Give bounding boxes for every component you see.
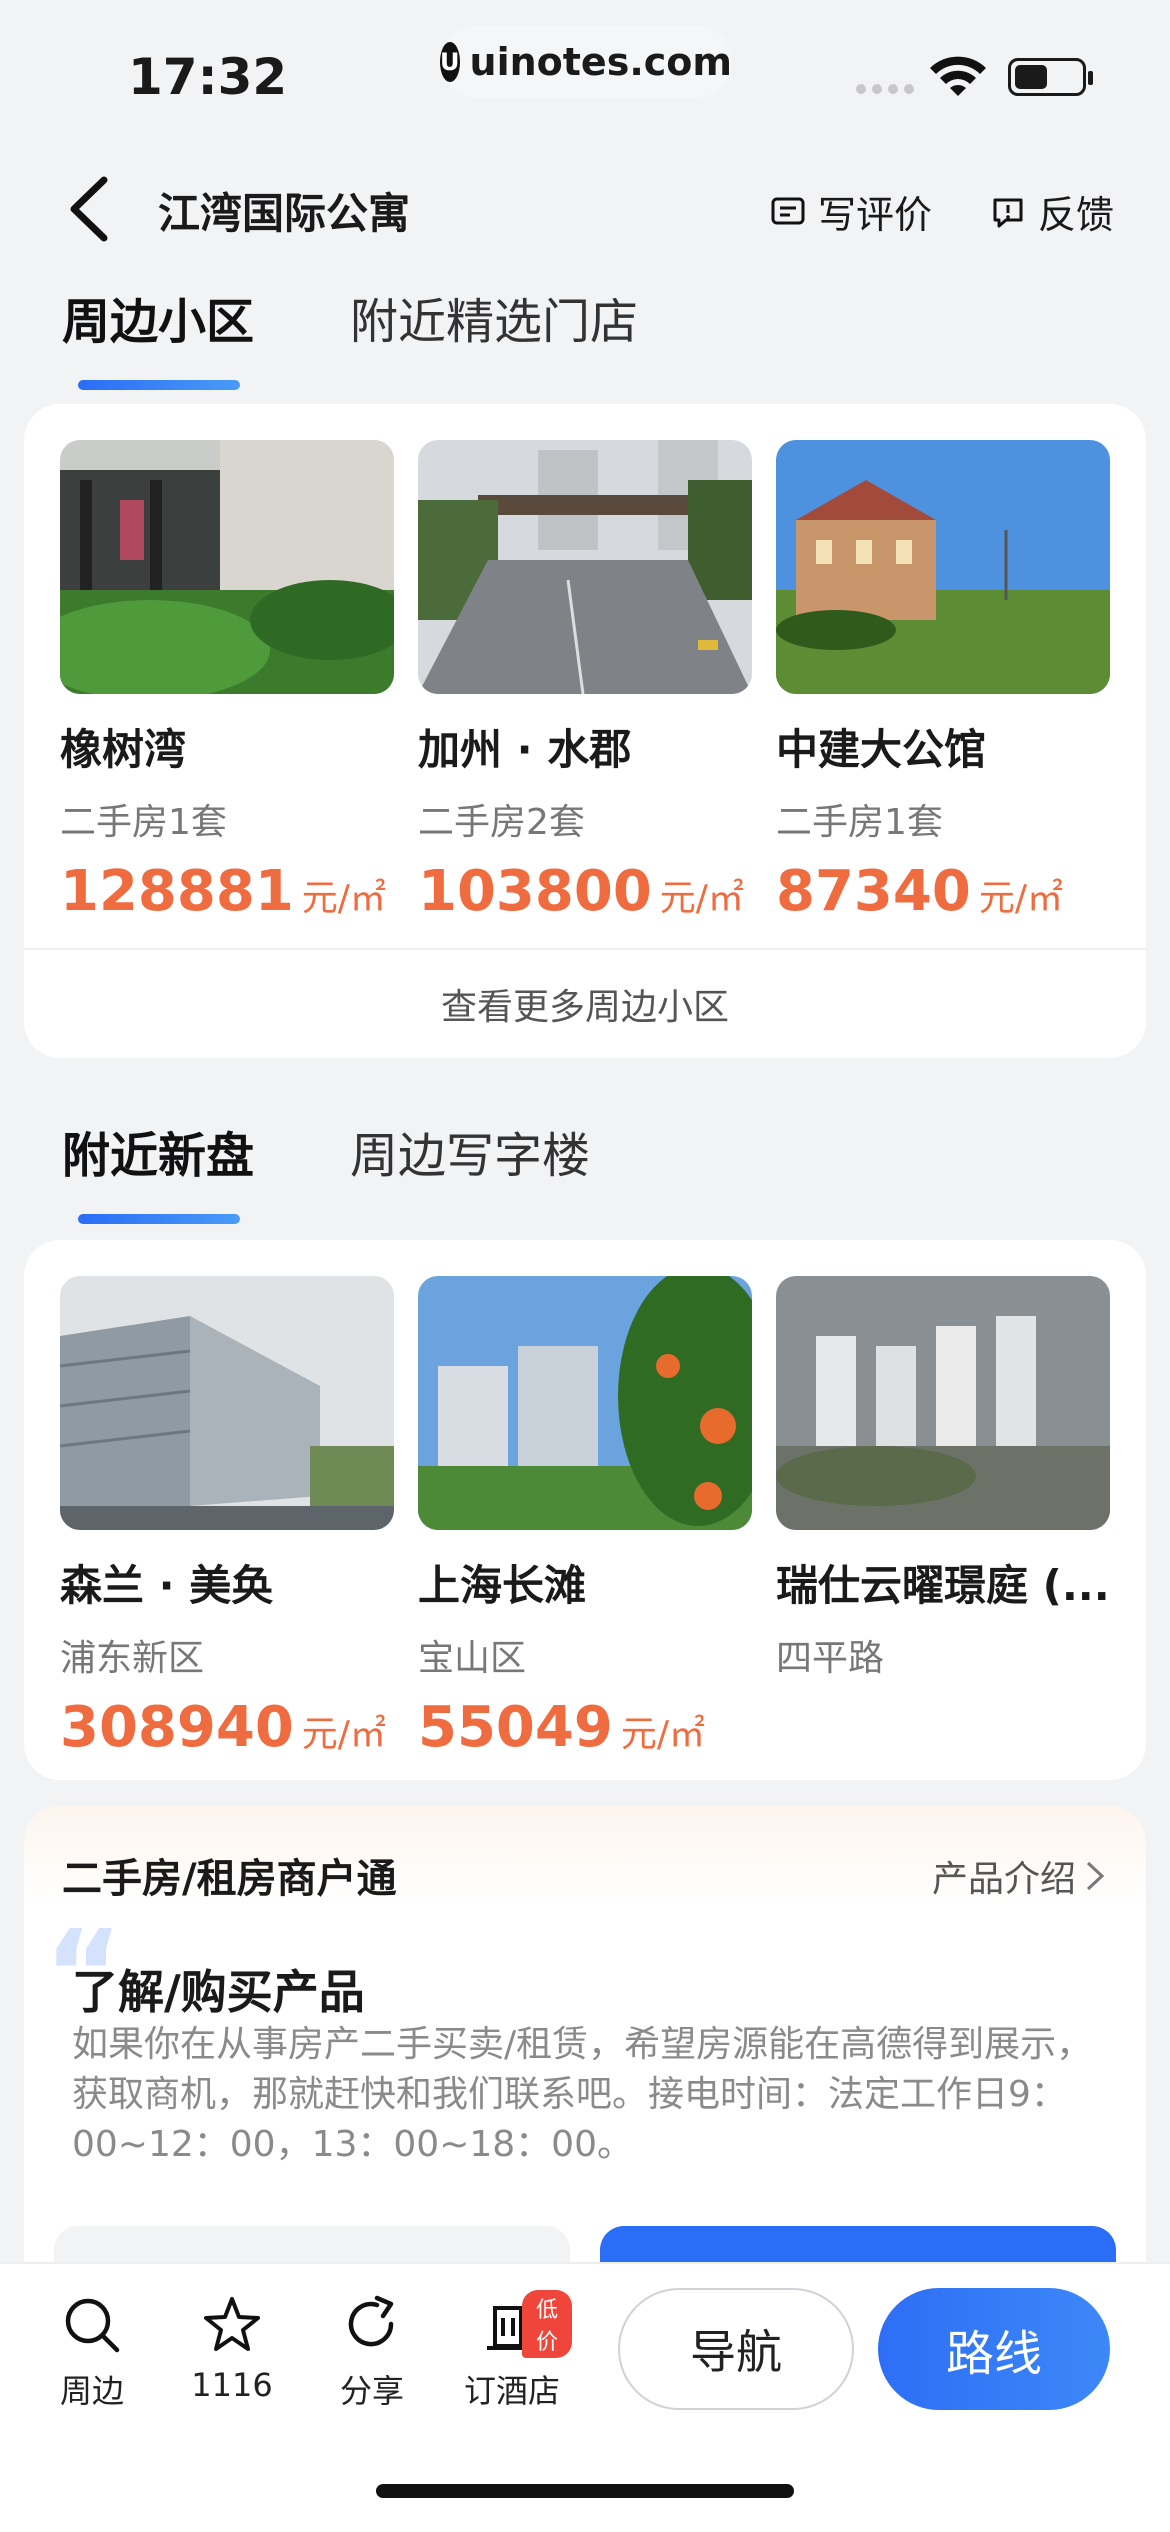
tab-office-buildings[interactable]: 周边写字楼	[350, 1116, 590, 1186]
development-photo	[60, 1276, 394, 1530]
active-tab-indicator	[78, 380, 240, 390]
chevron-right-icon	[1086, 1861, 1105, 1891]
price-value: 87340	[776, 859, 971, 924]
listing-count: 二手房2套	[418, 802, 585, 843]
price: 128881 元/㎡	[60, 859, 394, 924]
view-more-communities-link[interactable]: 查看更多周边小区	[24, 948, 1146, 1058]
favorite-count: 1116	[191, 2366, 273, 2404]
page-title: 江湾国际公寓	[158, 189, 411, 238]
development-name: 森兰 · 美奂	[60, 1561, 274, 1610]
development-tile[interactable]: 上海长滩 宝山区 55049 元/㎡	[418, 1276, 752, 1760]
write-review-button[interactable]: 写评价	[770, 184, 932, 239]
price-unit: 元/㎡	[301, 1714, 386, 1755]
community-name: 橡树湾	[60, 725, 187, 774]
development-name: 上海长滩	[418, 1561, 587, 1610]
community-name: 加州 · 水郡	[418, 725, 632, 774]
home-indicator	[376, 2484, 794, 2498]
wifi-icon	[930, 56, 986, 96]
listing-count: 二手房1套	[776, 802, 943, 843]
book-hotel-button[interactable]: 订酒店 低价	[452, 2290, 572, 2412]
tab-nearby-stores[interactable]: 附近精选门店	[350, 282, 638, 352]
back-arrow-icon[interactable]	[60, 174, 116, 244]
new-developments-card: 森兰 · 美奂 浦东新区 308940 元/㎡ 上海长滩 宝山区 55049 元…	[24, 1240, 1146, 1780]
price-unit: 元/㎡	[620, 1714, 705, 1755]
merchant-title: 二手房/租房商户通	[62, 1856, 397, 1902]
feedback-label: 反馈	[1038, 193, 1115, 237]
product-intro-label: 产品介绍	[931, 1859, 1076, 1900]
community-name: 中建大公馆	[776, 725, 987, 774]
section2-tabs: 附近新盘 周边写字楼	[62, 1116, 590, 1224]
star-icon	[204, 2297, 260, 2351]
navigate-button[interactable]: 导航	[618, 2288, 854, 2410]
tab-label: 附近精选门店	[350, 294, 639, 350]
learn-description: 如果你在从事房产二手买卖/租赁，希望房源能在高德得到展示，获取商机，那就赶快和我…	[72, 2024, 1093, 2165]
development-tile[interactable]: 瑞仕云曜璟庭 (... 四平路	[776, 1276, 1110, 1760]
tab-new-developments[interactable]: 附近新盘	[62, 1116, 255, 1224]
battery-icon	[1008, 58, 1093, 96]
status-time: 17:32	[128, 48, 288, 106]
development-name: 瑞仕云曜璟庭 (...	[776, 1561, 1110, 1610]
nearby-button[interactable]: 周边	[32, 2294, 152, 2412]
url-text: uinotes.com	[469, 40, 732, 84]
feedback-button[interactable]: 反馈	[990, 184, 1114, 239]
price-unit: 元/㎡	[301, 878, 386, 919]
price-value: 128881	[60, 859, 294, 924]
product-intro-link[interactable]: 产品介绍	[932, 1850, 1106, 1902]
tab-label: 附近新盘	[62, 1128, 255, 1184]
favorite-button[interactable]: 1116	[172, 2294, 292, 2404]
development-photo	[776, 1276, 1110, 1530]
district: 四平路	[776, 1638, 885, 1679]
signal-icon	[856, 84, 914, 94]
url-pill[interactable]: U uinotes.com	[440, 26, 732, 98]
share-label: 分享	[339, 2372, 404, 2410]
write-review-label: 写评价	[818, 193, 933, 237]
price-value: 55049	[418, 1695, 613, 1760]
price-value: 103800	[418, 859, 652, 924]
price: 308940 元/㎡	[60, 1695, 394, 1760]
nearby-label: 周边	[59, 2372, 124, 2410]
merchant-section: 二手房/租房商户通 产品介绍 “ 了解/购买产品 如果你在从事房产二手买卖/租赁…	[24, 1806, 1146, 2306]
book-hotel-label: 订酒店	[463, 2372, 560, 2410]
header: 江湾国际公寓 写评价 反馈	[0, 160, 1170, 250]
low-price-badge: 低价	[522, 2290, 572, 2358]
community-tile[interactable]: 橡树湾 二手房1套 128881 元/㎡	[60, 440, 394, 924]
community-photo	[60, 440, 394, 694]
search-icon	[65, 2298, 120, 2353]
section1-tabs: 周边小区 附近精选门店	[62, 282, 638, 390]
status-bar: 17:32 U uinotes.com	[0, 0, 1170, 140]
community-photo	[776, 440, 1110, 694]
tab-label: 周边写字楼	[350, 1128, 591, 1184]
share-button[interactable]: 分享	[312, 2294, 432, 2412]
nearby-communities-card: 橡树湾 二手房1套 128881 元/㎡ 加州 · 水郡 二手房2套 10380…	[24, 404, 1146, 1058]
community-tile[interactable]: 中建大公馆 二手房1套 87340 元/㎡	[776, 440, 1110, 924]
price-value: 308940	[60, 1695, 294, 1760]
active-tab-indicator	[78, 1214, 240, 1224]
price: 55049 元/㎡	[418, 1695, 752, 1760]
review-icon	[771, 197, 805, 224]
price-unit: 元/㎡	[978, 878, 1063, 919]
site-logo-icon: U	[440, 42, 460, 82]
district: 宝山区	[418, 1638, 527, 1679]
development-tile[interactable]: 森兰 · 美奂 浦东新区 308940 元/㎡	[60, 1276, 394, 1760]
district: 浦东新区	[60, 1638, 205, 1679]
price: 87340 元/㎡	[776, 859, 1110, 924]
price-unit: 元/㎡	[659, 878, 744, 919]
tab-label: 周边小区	[62, 294, 255, 350]
learn-title: 了解/购买产品	[72, 1965, 365, 2019]
route-button[interactable]: 路线	[878, 2288, 1110, 2410]
feedback-icon	[993, 198, 1023, 227]
listing-count: 二手房1套	[60, 802, 227, 843]
development-photo	[418, 1276, 752, 1530]
share-icon	[348, 2295, 394, 2347]
tab-nearby-communities[interactable]: 周边小区	[62, 282, 255, 390]
community-photo	[418, 440, 752, 694]
price: 103800 元/㎡	[418, 859, 752, 924]
community-tile[interactable]: 加州 · 水郡 二手房2套 103800 元/㎡	[418, 440, 752, 924]
